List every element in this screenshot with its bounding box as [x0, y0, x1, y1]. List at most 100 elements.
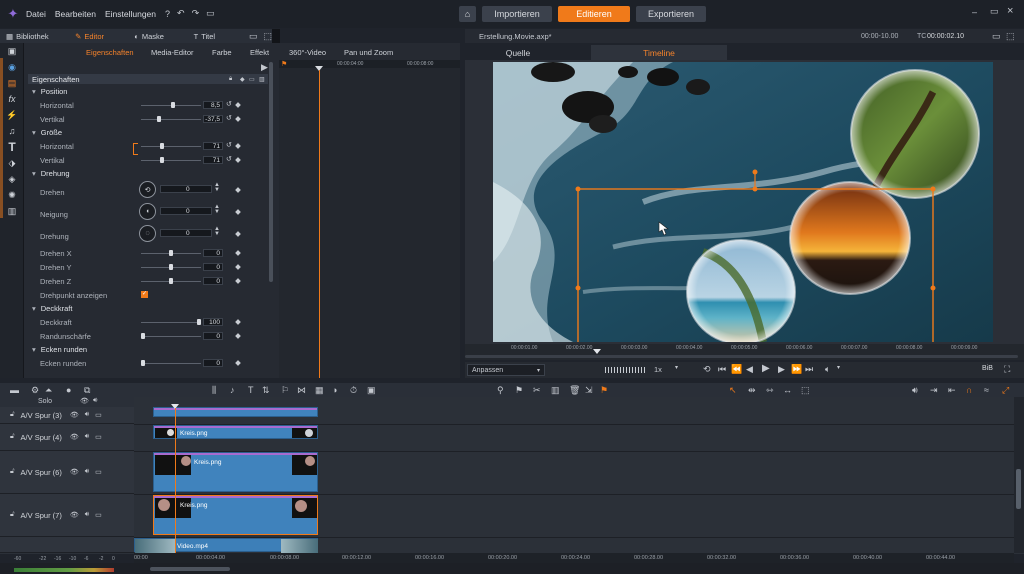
input-drehung[interactable]: 0 [160, 229, 212, 237]
tab-quelle[interactable]: Quelle [493, 45, 543, 60]
maximize-icon[interactable]: ▭ [990, 6, 999, 17]
marker-add-icon[interactable]: ⚑ [515, 385, 523, 396]
overwrite-mode-icon[interactable]: ⇤ [948, 385, 956, 396]
knob[interactable] [197, 319, 201, 325]
chevron-down-icon[interactable]: ▾ [675, 364, 678, 371]
slider-randunschaerfe[interactable] [141, 333, 201, 339]
clip-track-7-selected[interactable]: Kreis.png [153, 495, 318, 535]
input-drehen-y[interactable]: 0 [203, 263, 223, 271]
speaker-icon[interactable]: 🔊︎ [85, 511, 89, 519]
knob[interactable] [169, 250, 173, 256]
importieren-button[interactable]: Importieren [482, 6, 552, 22]
shuttle-control[interactable] [605, 367, 647, 373]
tab-editor[interactable]: ✎ Editor [69, 29, 128, 43]
audio-mode-icon[interactable]: ⏶ [45, 385, 52, 396]
section-groesse[interactable]: ▾ Größe [32, 128, 62, 137]
tc-value[interactable]: 00:00:02.10 [927, 33, 964, 40]
tab-timeline[interactable]: Timeline [591, 45, 727, 60]
roll-tool-icon[interactable]: ↔ [783, 385, 792, 395]
audio-mixer-icon[interactable]: ⫼ [212, 385, 216, 396]
layers-icon[interactable]: ▤ [0, 75, 24, 91]
reset-icon[interactable]: ↺ [226, 100, 232, 108]
slider-deckkraft[interactable] [141, 319, 201, 325]
pin-icon[interactable]: ⚲ [497, 385, 504, 396]
music-icon[interactable]: ♫ [0, 123, 24, 139]
tab-maske[interactable]: ◐ Maske [128, 29, 187, 43]
keyframe-icon[interactable] [235, 231, 241, 237]
keyframe-icon[interactable] [235, 333, 241, 339]
subtab-360-video[interactable]: 360°-Video [289, 48, 326, 57]
slider-drehen-y[interactable] [141, 264, 201, 270]
detach-icon[interactable]: ▭ [249, 31, 258, 42]
exportieren-button[interactable]: Exportieren [636, 6, 706, 22]
preview-playhead[interactable] [593, 349, 601, 354]
preview-canvas[interactable] [493, 62, 993, 360]
audio-scrub-icon[interactable]: 🔊︎ [912, 385, 918, 396]
volume-icon[interactable]: 🔈︎ [825, 364, 830, 375]
track-header-3[interactable]: 🔓︎ A/V Spur (3) 👁︎ 🔊︎ ▭ [0, 407, 134, 424]
monitor-icon[interactable]: ▭ [95, 511, 102, 519]
subtab-eigenschaften[interactable]: Eigenschaften [86, 48, 134, 57]
speed-select[interactable]: 1x [654, 365, 662, 374]
drehpunkt-checkbox[interactable]: ✓ [141, 291, 148, 298]
keyframe-icon[interactable] [235, 157, 241, 163]
pip-button[interactable]: BiB [982, 365, 993, 372]
slip-tool-icon[interactable]: ⇿ [766, 385, 774, 396]
slider-ecken-runden[interactable] [141, 360, 201, 366]
input-ecken-runden[interactable]: 0 [203, 359, 223, 367]
app-logo[interactable]: ✦ [5, 6, 21, 22]
spinner-icon[interactable]: ▲ ▼ [214, 182, 220, 193]
monitor-icon[interactable]: ▭ [95, 433, 102, 441]
section-deckkraft[interactable]: ▾ Deckkraft [32, 304, 72, 313]
split-icon[interactable]: ⇅ [262, 385, 270, 396]
input-deckkraft[interactable]: 100 [203, 318, 223, 326]
smart-icon[interactable]: ▣ [367, 385, 376, 396]
storyboard-icon[interactable]: ▦ [315, 385, 324, 396]
panel-maximize-icon[interactable]: ⬚ [263, 31, 272, 42]
input-drehen-x[interactable]: 0 [203, 249, 223, 257]
timeline-view-icon[interactable]: ▬ [10, 385, 19, 395]
keyframe-icon[interactable] [235, 250, 241, 256]
menu-bearbeiten[interactable]: Bearbeiten [55, 9, 96, 19]
input-pos-vertikal[interactable]: -37,5 [203, 115, 223, 123]
knob[interactable] [160, 143, 164, 149]
go-end-icon[interactable]: ⏭ [805, 364, 813, 375]
clip-video[interactable]: Video.mp4 [134, 538, 318, 553]
timeline-hscroll-thumb[interactable] [150, 567, 230, 571]
lock-icon[interactable]: 🔓︎ [10, 468, 15, 476]
stack-icon[interactable]: ◈ [0, 171, 24, 187]
solo-label[interactable]: Solo [38, 398, 52, 405]
input-pos-horizontal[interactable]: 8,5 [203, 101, 223, 109]
knob[interactable] [169, 264, 173, 270]
loop-icon[interactable]: ⟲ [703, 364, 711, 375]
input-randunschaerfe[interactable]: 0 [203, 332, 223, 340]
redo-icon[interactable]: ↷ [192, 8, 200, 19]
scroll-thumb[interactable] [1016, 469, 1021, 509]
transition-icon[interactable]: ⚡ [0, 107, 24, 123]
lock-icon[interactable]: 🔓︎ [10, 511, 15, 519]
reset-icon[interactable]: ↺ [226, 114, 232, 122]
keyframe-ruler[interactable]: 00:00:04:00 00:00:08:00 [279, 60, 460, 68]
subtab-media-editor[interactable]: Media-Editor [151, 48, 194, 57]
record-icon[interactable]: ● [66, 385, 71, 395]
title-tool-icon[interactable]: T [248, 385, 254, 395]
razor-icon[interactable]: ✂ [533, 385, 541, 396]
input-drehen-z[interactable]: 0 [203, 277, 223, 285]
keyframe-icon[interactable] [235, 116, 241, 122]
media-icon[interactable]: ▣ [0, 43, 24, 59]
settings-icon[interactable]: ⚙ [31, 385, 39, 396]
track-header-6[interactable]: 🔓︎ A/V Spur (6) 👁︎ 🔊︎ ▭ [0, 451, 134, 494]
play-preview-icon[interactable]: ▶ [261, 62, 268, 73]
motion-icon[interactable]: ⬗ [0, 155, 24, 171]
ripple-icon[interactable]: ≈ [984, 385, 989, 395]
dial-neigung[interactable]: ◖ [139, 203, 156, 220]
fit-dropdown[interactable]: Anpassen ▾ [467, 364, 545, 376]
lock-icon[interactable]: 🔓︎ [10, 433, 15, 441]
keyframe-icon[interactable] [235, 102, 241, 108]
spinner-icon[interactable]: ▲ ▼ [214, 226, 220, 237]
flag-icon[interactable]: ⚑ [600, 385, 608, 396]
keyframe-tool-icon[interactable]: ♪ [230, 385, 235, 395]
copy-icon[interactable]: ⧉ [84, 385, 90, 396]
clip-track-6[interactable]: Kreis.png [153, 452, 318, 492]
slider-pos-horizontal[interactable] [141, 102, 201, 108]
